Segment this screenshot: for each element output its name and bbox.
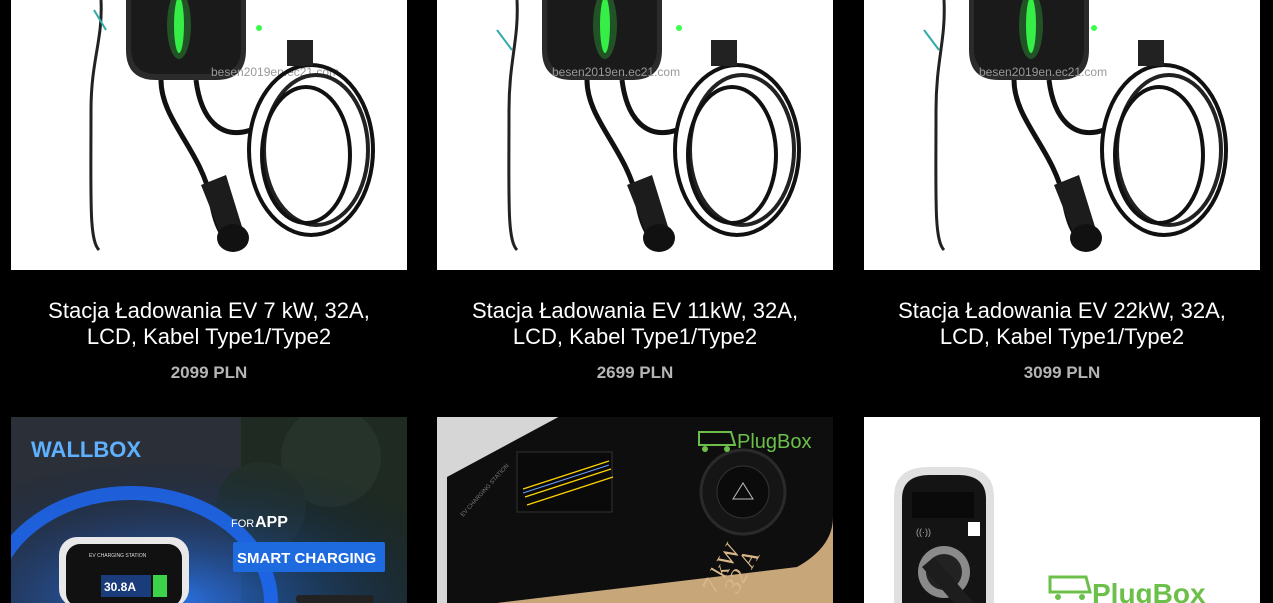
svg-text:((·)): ((·))	[916, 527, 931, 537]
product-card[interactable]: ((·)) PlugBox	[864, 417, 1260, 603]
plugbox-logo: PlugBox	[737, 431, 812, 453]
product-card[interactable]: 32 A 7 kW EV CHARGING STATION PlugBox	[437, 417, 833, 603]
product-image[interactable]: WALLBOX FOR APP SMART CHARGING EV CHARGI…	[11, 417, 407, 603]
watermark: besen2019en.ec21.com	[979, 65, 1107, 79]
product-image[interactable]: besen2019en.ec21.com	[11, 0, 407, 270]
product-card[interactable]: besen2019en.ec21.com Stacja Ładowania EV…	[11, 0, 407, 400]
product-card[interactable]: besen2019en.ec21.com Stacja Ładowania EV…	[437, 0, 833, 400]
product-image[interactable]: ((·)) PlugBox	[864, 417, 1260, 603]
product-image[interactable]: 32 A 7 kW EV CHARGING STATION PlugBox	[437, 417, 833, 603]
product-title[interactable]: Stacja Ładowania EV 7 kW, 32A, LCD, Kabe…	[11, 298, 407, 350]
product-image[interactable]: besen2019en.ec21.com	[437, 0, 833, 270]
product-price: 2699 PLN	[596, 363, 674, 382]
svg-text:FOR: FOR	[231, 518, 254, 530]
wallbox-brand: WALLBOX	[31, 437, 141, 462]
svg-text:30.8A: 30.8A	[104, 580, 136, 594]
svg-text:APP: APP	[255, 514, 288, 531]
watermark: besen2019en.ec21.com	[552, 65, 680, 79]
product-title[interactable]: Stacja Ładowania EV 22kW, 32A, LCD, Kabe…	[864, 298, 1260, 350]
plugbox-logo: PlugBox	[1092, 578, 1206, 603]
product-title[interactable]: Stacja Ładowania EV 11kW, 32A, LCD, Kabe…	[437, 298, 833, 350]
product-image[interactable]: besen2019en.ec21.com	[864, 0, 1260, 270]
product-card[interactable]: WALLBOX FOR APP SMART CHARGING EV CHARGI…	[11, 417, 407, 603]
product-price: 3099 PLN	[1023, 363, 1101, 382]
product-price: 2099 PLN	[170, 363, 248, 382]
svg-text:EV CHARGING STATION: EV CHARGING STATION	[89, 553, 147, 559]
product-card[interactable]: besen2019en.ec21.com Stacja Ładowania EV…	[864, 0, 1260, 400]
svg-text:SMART CHARGING: SMART CHARGING	[237, 550, 376, 567]
